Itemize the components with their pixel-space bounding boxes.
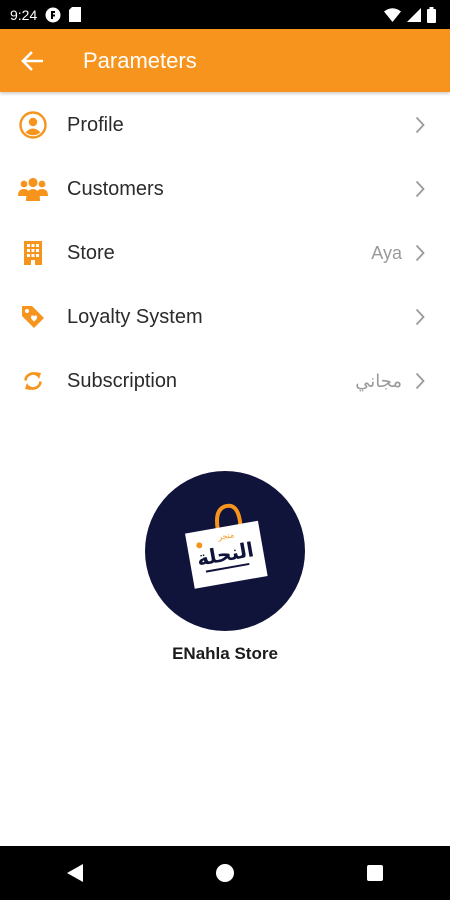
loyalty-tag-icon xyxy=(18,302,48,332)
subscription-refresh-icon xyxy=(18,366,48,396)
chevron-right-icon xyxy=(415,308,425,326)
menu-item-value: مجاني xyxy=(355,370,402,391)
nav-back-icon xyxy=(67,864,83,882)
menu-item-loyalty-system[interactable]: Loyalty System xyxy=(0,285,450,349)
chevron-right-icon xyxy=(415,180,425,198)
chevron-right-icon xyxy=(415,244,425,262)
nav-back-button[interactable] xyxy=(45,846,105,900)
system-nav-bar xyxy=(0,846,450,900)
menu-item-profile[interactable]: Profile xyxy=(0,93,450,157)
nav-home-button[interactable] xyxy=(195,846,255,900)
nav-recents-icon xyxy=(367,865,383,881)
menu-item-label: Loyalty System xyxy=(67,305,203,328)
sd-card-icon xyxy=(69,7,82,22)
cell-signal-icon xyxy=(407,7,421,22)
chevron-right-icon xyxy=(415,116,425,134)
wifi-icon xyxy=(384,7,401,22)
status-time: 9:24 xyxy=(10,6,38,23)
customers-icon xyxy=(18,174,48,204)
menu-item-label: Customers xyxy=(67,177,164,200)
menu-item-store[interactable]: Store Aya xyxy=(0,221,450,285)
notification-app-icon xyxy=(45,7,61,23)
status-bar: 9:24 xyxy=(0,0,450,29)
profile-icon xyxy=(18,110,48,140)
menu-item-customers[interactable]: Customers xyxy=(0,157,450,221)
menu-item-label: Profile xyxy=(67,113,124,136)
menu-item-label: Store xyxy=(67,241,115,264)
chevron-right-icon xyxy=(415,372,425,390)
battery-icon xyxy=(427,6,436,23)
store-logo: متجر النحلة xyxy=(145,471,305,631)
store-name: ENahla Store xyxy=(172,644,278,663)
arrow-back-icon xyxy=(21,50,43,71)
nav-recents-button[interactable] xyxy=(345,846,405,900)
page-title: Parameters xyxy=(83,47,197,73)
settings-menu: Profile Customers Store Aya Loyalty Syst… xyxy=(0,93,450,413)
menu-item-value: Aya xyxy=(371,242,402,263)
menu-item-subscription[interactable]: Subscription مجاني xyxy=(0,349,450,413)
back-button[interactable] xyxy=(0,29,64,92)
menu-item-label: Subscription xyxy=(67,369,178,392)
store-icon xyxy=(18,238,48,268)
nav-home-icon xyxy=(216,864,234,882)
app-bar: Parameters xyxy=(0,29,450,92)
